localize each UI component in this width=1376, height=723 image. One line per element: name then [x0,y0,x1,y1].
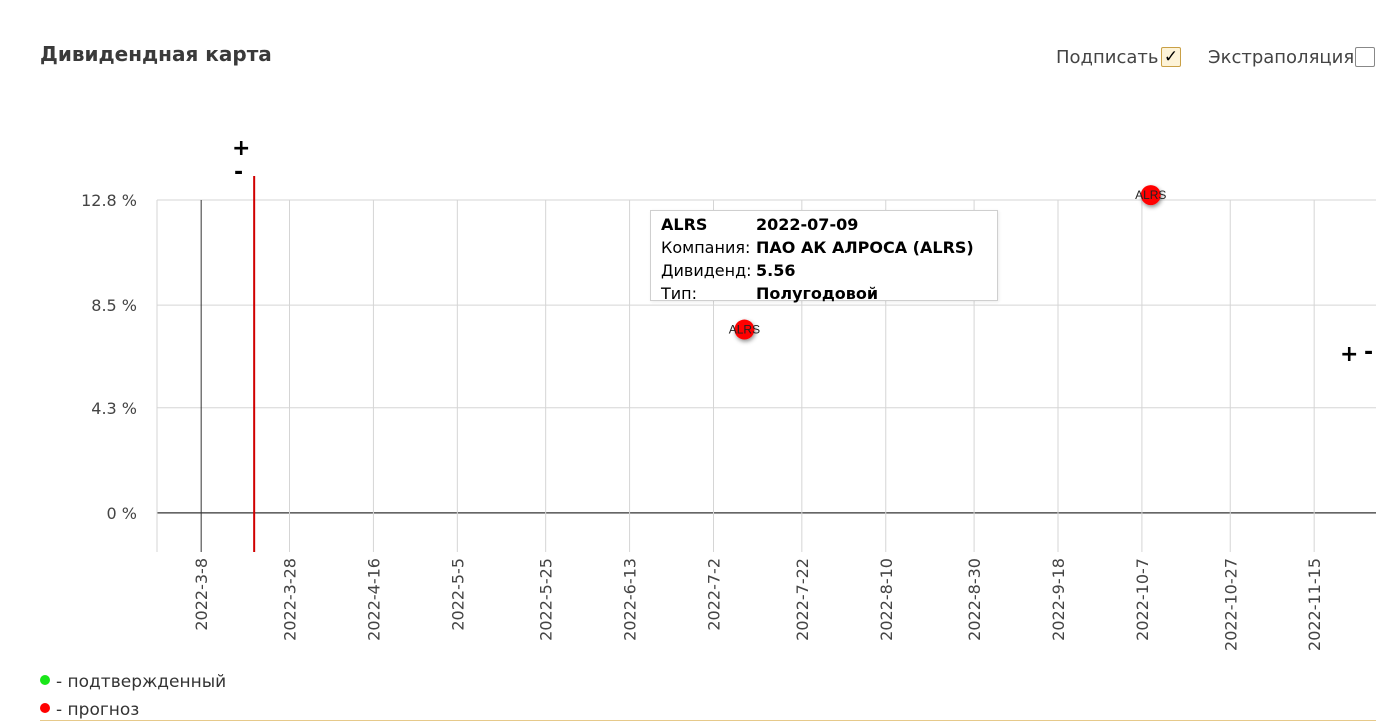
x-tick-label: 2022-3-28 [281,558,300,641]
legend-confirmed: - подтвержденный [40,672,226,692]
tooltip-dividend-value: 5.56 [756,261,796,280]
data-point-label: ALRS [729,323,760,337]
x-tick-label: 2022-8-30 [965,558,984,641]
x-tick-label: 2022-7-2 [705,558,724,631]
y-zoom-out-button[interactable]: - [234,162,243,184]
y-tick-label: 8.5 % [91,296,137,315]
y-zoom-in-button[interactable]: + [232,138,250,160]
legend-forecast-dot [40,703,50,713]
x-zoom-out-button[interactable]: - [1364,342,1373,364]
x-tick-label: 2022-11-15 [1305,558,1324,651]
data-point-label: ALRS [1135,188,1166,202]
x-tick-label: 2022-6-13 [621,558,640,641]
legend-confirmed-label: - подтвержденный [56,672,227,692]
x-tick-label: 2022-7-22 [793,558,812,641]
data-tooltip: ALRS 2022-07-09 Компания: ПАО АК АЛРОСА (A… [650,210,998,303]
x-tick-label: 2022-5-25 [537,558,556,641]
legend-forecast-label: - прогноз [56,700,140,720]
x-tick-label: 2022-10-7 [1133,558,1152,641]
legend-confirmed-dot [40,675,50,685]
x-tick-label: 2022-9-18 [1049,558,1068,641]
tooltip-company-label: Компания: [661,238,751,257]
tooltip-dividend-label: Дивиденд: [661,261,752,280]
tooltip-type-label: Тип: [661,284,698,303]
tooltip-ticker: ALRS [661,215,708,234]
tooltip-company-value: ПАО АК АЛРОСА (ALRS) [756,238,974,257]
y-tick-label: 4.3 % [91,399,137,418]
dividend-chart: 0 % 4.3 % 8.5 % 12.8 % 2022-3-8 2022-3-28 2022… [81,176,1376,651]
x-tick-label: 2022-8-10 [877,558,896,641]
x-tick-label: 2022-3-8 [192,558,211,631]
x-tick-label: 2022-5-5 [448,558,467,631]
divider [40,720,1376,721]
x-zoom-in-button[interactable]: + [1340,344,1358,366]
tooltip-type-value: Полугодовой [756,284,879,303]
x-tick-label: 2022-10-27 [1221,558,1240,651]
y-tick-label: 12.8 % [81,191,137,210]
tooltip-date: 2022-07-09 [756,215,859,234]
x-tick-label: 2022-4-16 [364,558,383,641]
legend-forecast: - прогноз [40,700,139,720]
y-tick-label: 0 % [107,504,137,523]
